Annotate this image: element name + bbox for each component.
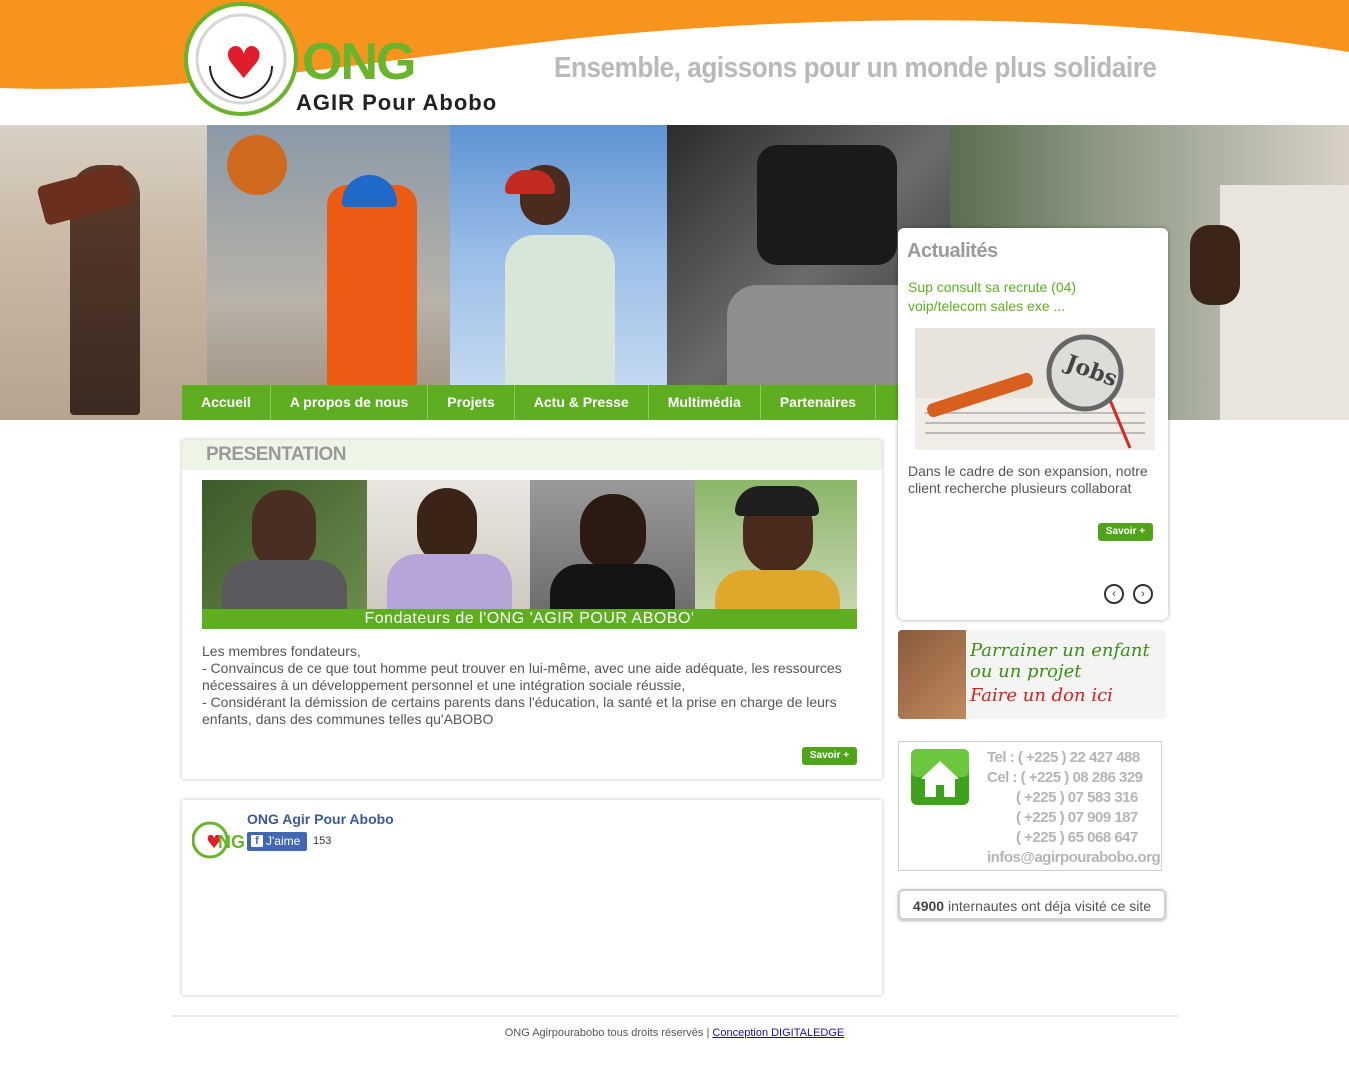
nav-item-accueil[interactable]: Accueil	[182, 385, 271, 420]
visitor-counter-text: internautes ont déja visité ce site	[944, 898, 1152, 914]
news-savoir-button[interactable]: Savoir +	[1098, 523, 1153, 541]
presentation-text: Les membres fondateurs, - Convaincus de …	[202, 643, 862, 728]
news-headline-link[interactable]: Sup consult sa recrute (04) voip/telecom…	[908, 278, 1158, 316]
nav-item-a-propos[interactable]: A propos de nous	[271, 385, 429, 420]
news-excerpt: Dans le cadre de son expansion, notre cl…	[908, 463, 1148, 496]
presentation-section: PRESENTATION Fondateurs de l'ONG 'AGIR P…	[182, 440, 882, 779]
founder-photo-3	[530, 480, 695, 614]
home-icon	[907, 747, 973, 809]
founders-caption: Fondateurs de l'ONG 'AGIR POUR ABOBO'	[202, 609, 857, 629]
presentation-line-3: - Considérant la démission de certains p…	[202, 694, 837, 727]
footer-designer-link[interactable]: Conception DIGITALEDGE	[712, 1027, 844, 1039]
footer-copyright: ONG Agirpourabobo tous droits réservés |	[504, 1027, 713, 1039]
footer-divider	[172, 1015, 1178, 1017]
facebook-like-count: 153	[313, 835, 332, 847]
heart-icon: ♥	[224, 38, 264, 89]
presentation-line-1: Les membres fondateurs,	[202, 643, 361, 659]
presentation-line-2: - Convaincus de ce que tout homme peut t…	[202, 660, 842, 693]
visitor-counter: 4900 internautes ont déja visité ce site	[898, 889, 1166, 920]
svg-text:NG: NG	[218, 832, 244, 852]
banner-photo-woman-sky	[450, 125, 667, 420]
facebook-icon: f	[251, 835, 263, 847]
contact-cel-3: ( +225 ) 07 909 187	[1016, 809, 1138, 826]
site-logo[interactable]: ♥ ONG AGIR Pour Abobo	[182, 0, 502, 122]
footer: ONG Agirpourabobo tous droits réservés |…	[0, 1027, 1349, 1039]
contact-cel: Cel : ( +225 ) 08 286 329	[987, 769, 1143, 786]
logo-subtitle: AGIR Pour Abobo	[296, 90, 498, 115]
news-widget: Actualités Sup consult sa recrute (04) v…	[898, 228, 1168, 620]
contact-email[interactable]: infos@agirpourabobo.org	[987, 849, 1161, 866]
news-title: Actualités	[907, 240, 998, 262]
sponsor-donate-text: Faire un don ici	[970, 685, 1113, 706]
founders-photo: Fondateurs de l'ONG 'AGIR POUR ABOBO'	[202, 480, 857, 629]
founder-photo-2	[367, 480, 530, 614]
news-image[interactable]: Jobs	[915, 328, 1155, 450]
facebook-page-avatar[interactable]: ♥ NG	[191, 820, 245, 860]
presentation-savoir-button[interactable]: Savoir +	[802, 747, 857, 765]
tagline: Ensemble, agissons pour un monde plus so…	[554, 52, 1157, 84]
nav-item-projets[interactable]: Projets	[428, 385, 515, 420]
prev-arrow-icon[interactable]: ‹	[1104, 584, 1124, 604]
sponsor-banner[interactable]: Parrainer un enfant ou un projet Faire un…	[898, 630, 1166, 719]
contact-cel-2: ( +225 ) 07 583 316	[1016, 789, 1138, 806]
logo-ring: ♥	[184, 2, 298, 116]
contact-box: Tel : ( +225 ) 22 427 488 Cel : ( +225 )…	[898, 741, 1162, 871]
visitor-count: 4900	[912, 898, 945, 914]
next-arrow-icon[interactable]: ›	[1133, 584, 1153, 604]
mother-child-photo	[898, 630, 966, 719]
presentation-title: PRESENTATION	[206, 444, 347, 465]
facebook-like-label: J'aime	[266, 834, 301, 848]
founder-photo-4	[695, 480, 857, 615]
contact-cel-4: ( +225 ) 65 068 647	[1016, 829, 1138, 846]
sponsor-line-1: Parrainer un enfant ou un projet	[970, 640, 1150, 682]
banner-photo-carpenter	[0, 125, 207, 420]
logo-ng-text: ONG	[302, 33, 416, 91]
banner-photo-worker	[207, 125, 450, 420]
nav-item-partenaires[interactable]: Partenaires	[761, 385, 877, 420]
facebook-widget: ♥ NG ONG Agir Pour Abobo f J'aime 153	[182, 800, 882, 995]
presentation-header: PRESENTATION	[182, 440, 882, 470]
site-header: ♥ ONG AGIR Pour Abobo Ensemble, agissons…	[0, 0, 1349, 125]
nav-item-multimedia[interactable]: Multimédia	[649, 385, 761, 420]
contact-tel: Tel : ( +225 ) 22 427 488	[987, 749, 1140, 766]
facebook-page-name[interactable]: ONG Agir Pour Abobo	[247, 811, 394, 827]
founder-photo-1	[202, 480, 367, 620]
facebook-like-button[interactable]: f J'aime	[247, 832, 307, 851]
main-nav: Accueil A propos de nous Projets Actu & …	[182, 385, 898, 420]
nav-item-actu-presse[interactable]: Actu & Presse	[515, 385, 649, 420]
